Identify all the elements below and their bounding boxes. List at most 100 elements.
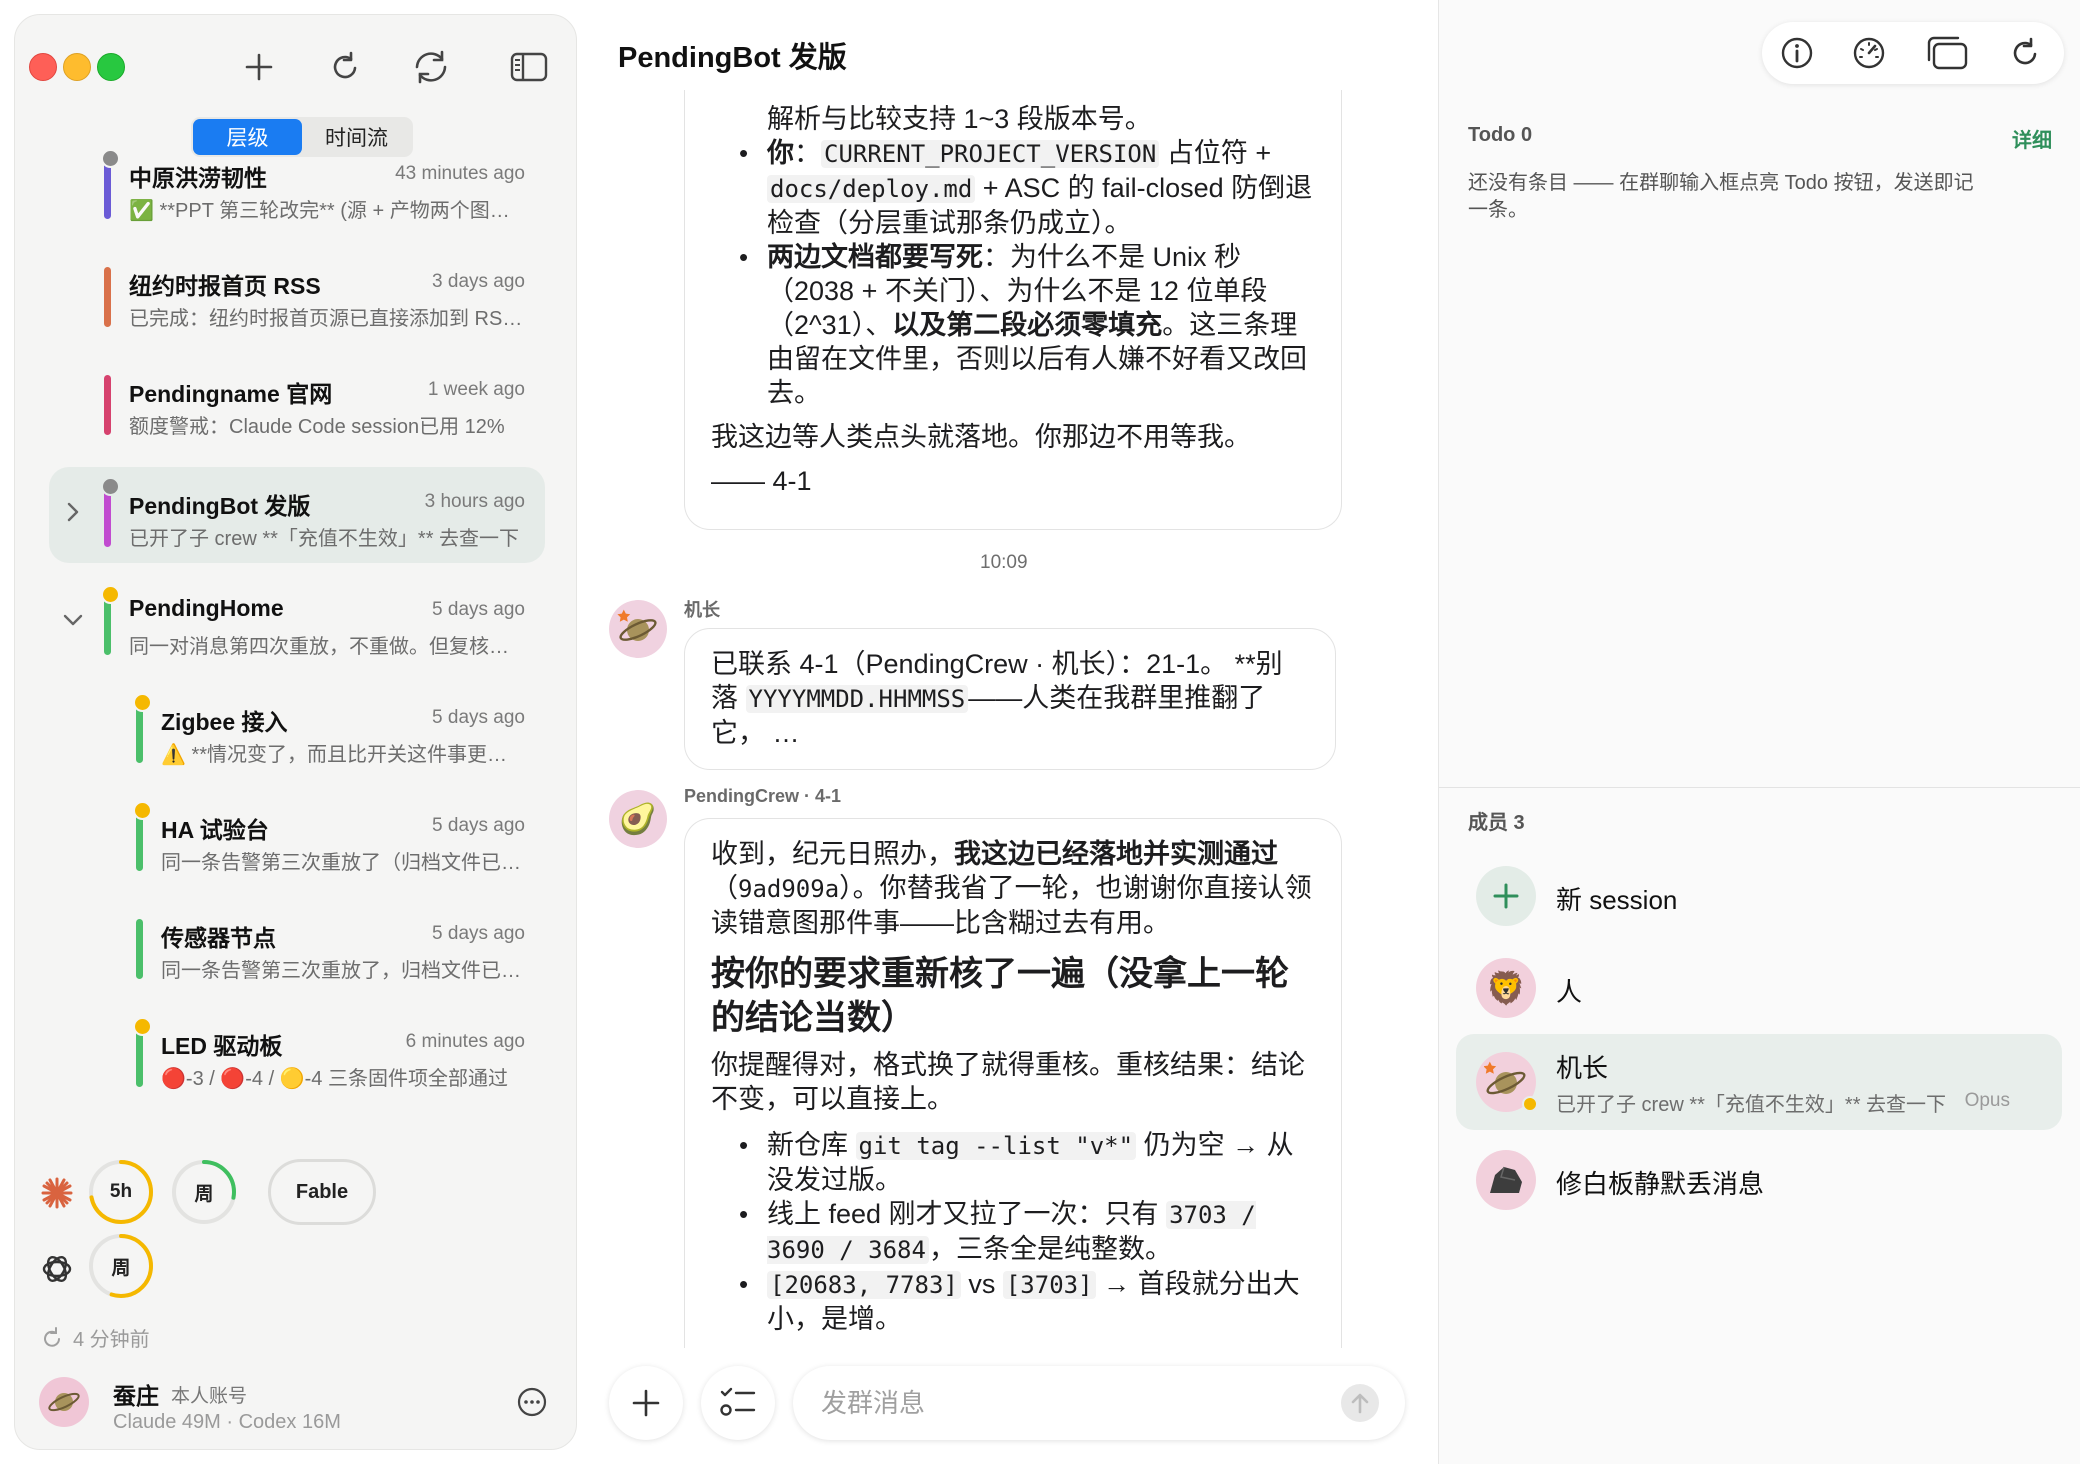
conversation-time: 3 hours ago xyxy=(424,491,525,512)
sender-name: PendingCrew · 4-1 xyxy=(684,786,842,806)
close-window-button[interactable] xyxy=(29,53,57,81)
conversation-time: 6 minutes ago xyxy=(405,1031,525,1052)
user-name: 蚕庄 xyxy=(113,1383,159,1409)
reload-button[interactable] xyxy=(323,45,367,89)
right-reload-button[interactable] xyxy=(2004,32,2046,74)
conversation-color-bar xyxy=(136,1027,143,1087)
dashboard-button[interactable] xyxy=(1848,32,1890,74)
chevron-down-icon[interactable] xyxy=(62,609,84,631)
conversation-item[interactable]: PendingHome 5 days ago 同一对消息第四次重放，不重做。但复核一… xyxy=(49,575,545,671)
conversation-preview: 同一条告警第三次重放了，归档文件已更新 xyxy=(161,960,527,982)
member-human[interactable]: 🦁 人 xyxy=(1456,940,2062,1036)
conversation-preview: ✅ **PPT 第三轮改完** (源 + 产物两个图都刷了) xyxy=(129,200,527,222)
sender-name: 机长 xyxy=(684,600,720,620)
sync-button[interactable] xyxy=(409,45,453,89)
group-message-input[interactable] xyxy=(793,1366,1405,1440)
conversation-color-bar xyxy=(136,919,143,979)
todo-toggle-button[interactable] xyxy=(701,1366,775,1440)
member-name: 人 xyxy=(1556,977,1583,1007)
minimize-window-button[interactable] xyxy=(63,53,91,81)
conversation-title: PendingBot 发版 xyxy=(129,493,311,519)
zoom-window-button[interactable] xyxy=(97,53,125,81)
status-dot xyxy=(133,1017,152,1036)
conversation-time: 5 days ago xyxy=(432,599,525,620)
conversation-color-bar xyxy=(104,375,111,435)
conversation-item[interactable]: Pendingname 官网 1 week ago 额度警戒：Claude Code… xyxy=(49,355,545,451)
conversation-preview: ⚠️ **情况变了，而且比开关这件事更严重** xyxy=(161,744,527,766)
user-more-button[interactable] xyxy=(515,1385,549,1419)
openai-logo-icon xyxy=(39,1251,75,1287)
member-captain[interactable]: 机长 已开了子 crew **「充值不生效」** 去查一下 Opus xyxy=(1456,1034,2062,1130)
usage-ring-week-claude[interactable]: 周 xyxy=(171,1159,237,1225)
toggle-sidebar-button[interactable] xyxy=(507,45,551,89)
usage-refresh[interactable]: 4 分钟前 xyxy=(41,1323,150,1352)
conversation-time: 5 days ago xyxy=(432,815,525,836)
conversation-title: PendingHome xyxy=(129,595,284,621)
usage-ring-5h-label: 5h xyxy=(109,1181,133,1202)
more-icon xyxy=(517,1387,547,1417)
right-toolbar xyxy=(1762,22,2064,84)
member-new-session[interactable]: 新 session xyxy=(1456,848,2062,944)
claude-logo-icon xyxy=(39,1175,75,1211)
member-last-message: 已开了子 crew **「充值不生效」** 去查一下 xyxy=(1556,1094,1947,1116)
todo-detail-link[interactable]: 详细 xyxy=(2012,124,2052,153)
checklist-icon xyxy=(720,1387,756,1416)
status-dot xyxy=(101,477,120,496)
conversation-time: 5 days ago xyxy=(432,923,525,944)
todo-empty-text: 还没有条目 —— 在群聊输入框点亮 Todo 按钮，发送即记一条。 xyxy=(1468,172,1974,221)
user-avatar[interactable] xyxy=(39,1377,89,1427)
member-whiteboard-fix[interactable]: 修白板静默丢消息 xyxy=(1456,1132,2062,1228)
conversation-color-bar xyxy=(136,811,143,871)
usage-ring-week-codex-label: 周 xyxy=(111,1257,131,1279)
reload-icon xyxy=(2013,37,2037,65)
conversation-title: Pendingname 官网 xyxy=(129,381,333,407)
plus-icon xyxy=(245,53,273,81)
conversation-item[interactable]: 传感器节点 5 days ago 同一条告警第三次重放了，归档文件已更新 xyxy=(49,899,545,995)
usage-ring-week-codex[interactable]: 周 xyxy=(88,1233,154,1299)
panel-divider xyxy=(1439,787,2080,788)
member-model: Opus xyxy=(1964,1090,2010,1111)
conversation-preview: 已完成：纽约时报首页源已直接添加到 RSS 订阅里 xyxy=(129,308,527,330)
usage-ring-week-label: 周 xyxy=(194,1183,214,1205)
user-usage-stats: Claude 49M · Codex 16M xyxy=(113,1411,341,1433)
reload-icon xyxy=(333,51,357,79)
crew-avatar[interactable]: 🥑 xyxy=(609,790,667,848)
conversation-preview: 额度警戒：Claude Code session已用 12% xyxy=(129,416,505,438)
avocado-avatar-icon: 🥑 xyxy=(619,802,657,836)
conversation-preview: 同一对消息第四次重放，不重做。但复核一下 xyxy=(129,636,527,658)
new-conversation-button[interactable] xyxy=(237,45,281,89)
status-dot xyxy=(101,585,120,604)
usage-ring-5h[interactable]: 5h xyxy=(88,1159,154,1225)
gauge-icon xyxy=(1853,37,1885,69)
conversation-item[interactable]: HA 试验台 5 days ago 同一条告警第三次重放了（归档文件已更新） xyxy=(49,791,545,887)
conversation-color-bar xyxy=(104,159,111,219)
fable-badge[interactable]: Fable xyxy=(268,1159,376,1225)
composer-add-button[interactable] xyxy=(609,1366,683,1440)
conversation-color-bar xyxy=(104,487,111,547)
conversation-item[interactable]: Zigbee 接入 5 days ago ⚠️ **情况变了，而且比开关这件事更严重… xyxy=(49,683,545,779)
conversation-preview: 已开了子 crew **「充值不生效」** 去查一下 xyxy=(129,528,520,550)
windows-button[interactable] xyxy=(1926,32,1968,74)
refresh-icon xyxy=(44,1326,60,1347)
conversation-preview: 🔴-3 / 🔴-4 / 🟡-4 三条固件项全部通过 xyxy=(161,1068,508,1090)
send-button[interactable] xyxy=(1341,1384,1379,1422)
conversation-item[interactable]: PendingBot 发版 3 hours ago 已开了子 crew **「充值不… xyxy=(49,467,545,563)
info-button[interactable] xyxy=(1776,32,1818,74)
captain-avatar[interactable] xyxy=(609,600,667,658)
conversation-item[interactable]: 纽约时报首页 RSS 3 days ago 已完成：纽约时报首页源已直接添加到 RS… xyxy=(49,247,545,343)
members-section-title: 成员 3 xyxy=(1468,812,1525,834)
conversation-title: HA 试验台 xyxy=(161,817,269,843)
chat-title: PendingBot 发版 xyxy=(618,42,847,74)
conversation-title: Zigbee 接入 xyxy=(161,709,288,735)
chevron-right-icon[interactable] xyxy=(62,501,84,523)
conversation-time: 5 days ago xyxy=(432,707,525,728)
message-bubble: 解析与比较支持 1~3 段版本号。 你：CURRENT_PROJECT_VERS… xyxy=(684,90,1342,530)
conversation-item[interactable]: 中原洪涝韧性 43 minutes ago ✅ **PPT 第三轮改完** (源 +… xyxy=(49,139,545,235)
conversation-time: 3 days ago xyxy=(432,271,525,292)
conversation-title: 中原洪涝韧性 xyxy=(129,165,267,191)
message-text: 解析与比较支持 1~3 段版本号。 你：CURRENT_PROJECT_VERS… xyxy=(711,90,1315,498)
conversation-title: 纽约时报首页 RSS xyxy=(129,273,321,299)
rock-avatar xyxy=(1476,1150,1536,1210)
info-icon xyxy=(1781,37,1813,69)
conversation-item[interactable]: LED 驱动板 6 minutes ago 🔴-3 / 🔴-4 / 🟡-4 三条固件… xyxy=(49,1007,545,1103)
